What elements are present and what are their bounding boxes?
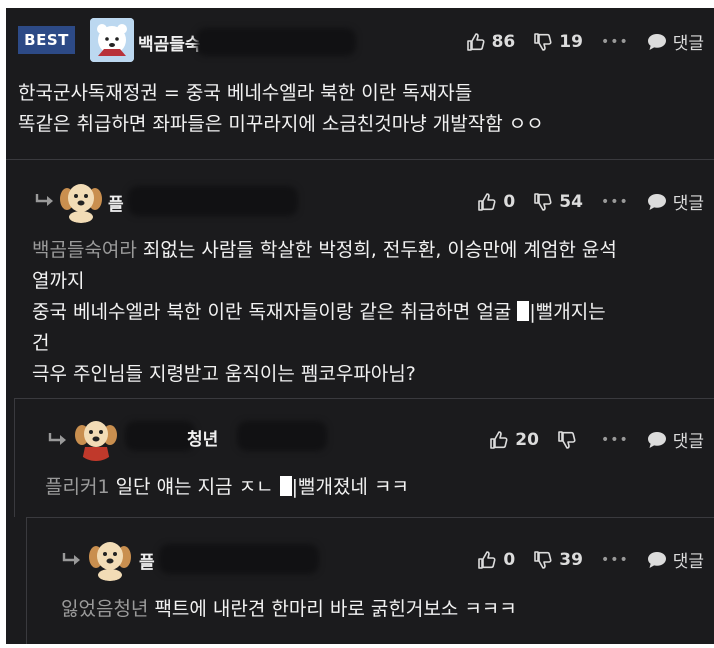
comment-text: 팩트에 내란견 한마리 바로 굵힌거보소 ㅋㅋㅋ — [148, 598, 517, 620]
comment-line: 똑같은 취급하면 좌파들은 미꾸라지에 소금친것마냥 개발작함 ㅇㅇ — [18, 113, 544, 135]
like-button[interactable]: 0 — [477, 192, 515, 212]
reply-comment: 청년 20 ••• 댓글 플리커1 일단 얘는 지금 ㅈㄴ |뻘개졌네 ㅋㅋ — [14, 398, 714, 517]
puppy-icon — [60, 184, 102, 223]
comment-actions: 86 19 ••• 댓글 — [448, 29, 704, 54]
dislike-button[interactable]: 39 — [533, 550, 583, 570]
speech-bubble-icon — [647, 431, 666, 448]
dislike-count: 19 — [559, 31, 583, 52]
comment-line: 한국군사독재정권 = 중국 베네수엘라 북한 이란 독재자들 — [18, 82, 473, 104]
like-count: 86 — [491, 31, 516, 52]
thumbs-down-icon — [534, 192, 552, 211]
dislike-count: 39 — [559, 549, 583, 570]
more-icon[interactable]: ••• — [601, 432, 629, 448]
puppy-icon — [75, 421, 117, 461]
reply-button[interactable]: 댓글 — [647, 547, 704, 572]
comment-actions: 0 39 ••• 댓글 — [459, 547, 704, 572]
speech-bubble-icon — [647, 551, 666, 568]
nickname[interactable]: 플 — [139, 548, 155, 573]
mention[interactable]: 플리커1 — [45, 476, 110, 498]
reply-label: 댓글 — [672, 194, 704, 214]
like-count: 0 — [503, 191, 516, 212]
redacted-nickname — [125, 421, 195, 451]
comment-actions: 0 54 ••• 댓글 — [459, 189, 704, 214]
reply-button[interactable]: 댓글 — [647, 189, 704, 214]
dislike-button[interactable]: 19 — [533, 32, 583, 52]
comment-thread: BEST 백곰들숙 86 19 ••• 댓글 한국군사독재정권 = 중국 베네수… — [6, 8, 714, 644]
comment-line: 열까지 — [32, 270, 85, 292]
mention[interactable]: 백곰들숙여라 — [32, 239, 137, 261]
mention[interactable]: 잃었음청년 — [61, 598, 148, 620]
like-button[interactable]: 20 — [489, 430, 539, 450]
more-icon[interactable]: ••• — [601, 34, 629, 50]
nickname[interactable]: 플 — [108, 190, 124, 215]
reply-comment: 플 0 54 ••• 댓글 백곰들숙여라 죄없는 사람들 학살한 박정희, 전두… — [6, 159, 714, 398]
like-button[interactable]: 0 — [477, 550, 515, 570]
redacted-nickname — [159, 544, 319, 574]
like-count: 0 — [503, 549, 516, 570]
nickname[interactable]: 청년 — [187, 425, 218, 450]
comment-line: 극우 주인님들 지령받고 움직이는 펨코우파아님? — [32, 363, 416, 385]
dislike-button[interactable]: 54 — [533, 192, 583, 212]
like-count: 20 — [515, 429, 539, 450]
puppy-icon — [89, 542, 131, 581]
reply-button[interactable]: 댓글 — [647, 427, 704, 452]
reply-arrow-icon — [48, 433, 66, 445]
reply-comment: 플 0 39 ••• 댓글 잃었음청년 팩트에 내란견 한마리 바로 굵힌거보소… — [26, 517, 714, 644]
dislike-button[interactable] — [557, 430, 583, 450]
more-icon[interactable]: ••• — [601, 552, 629, 568]
best-badge: BEST — [18, 26, 75, 54]
comment-line: 건 — [32, 332, 50, 354]
comment-line: 죄없는 사람들 학살한 박정희, 전두환, 이승만에 계엄한 윤석 — [136, 239, 617, 261]
reply-arrow-icon — [35, 194, 53, 206]
avatar[interactable] — [58, 177, 104, 223]
comment-actions: 20 ••• 댓글 — [471, 427, 704, 452]
reply-label: 댓글 — [672, 552, 704, 572]
thumbs-up-icon — [478, 550, 496, 569]
avatar[interactable] — [87, 535, 133, 581]
comment-body: 한국군사독재정권 = 중국 베네수엘라 북한 이란 독재자들 똑같은 취급하면 … — [18, 78, 544, 140]
comment-body: 플리커1 일단 얘는 지금 ㅈㄴ |뻘개졌네 ㅋㅋ — [45, 472, 409, 503]
comment-line: |뻘개지는 — [529, 301, 606, 323]
speech-bubble-icon — [647, 33, 666, 50]
redacted-nickname — [237, 421, 327, 451]
reply-label: 댓글 — [672, 34, 704, 54]
comment-text: |뻘개졌네 ㅋㅋ — [291, 476, 409, 498]
redacted-nickname — [128, 186, 298, 216]
thumbs-up-icon — [478, 192, 496, 211]
thumbs-up-icon — [490, 430, 508, 449]
speech-bubble-icon — [647, 193, 666, 210]
dislike-count: 54 — [559, 191, 583, 212]
redacted-nickname — [196, 28, 356, 56]
nickname[interactable]: 백곰들숙 — [138, 30, 201, 55]
censor-block — [517, 301, 530, 321]
thumbs-down-icon — [534, 550, 552, 569]
like-button[interactable]: 86 — [466, 31, 516, 52]
reply-label: 댓글 — [672, 432, 704, 452]
reply-button[interactable]: 댓글 — [647, 29, 704, 54]
thumbs-down-icon — [558, 430, 576, 449]
thumbs-up-icon — [466, 32, 485, 51]
reply-arrow-icon — [62, 553, 80, 565]
comment-body: 잃었음청년 팩트에 내란견 한마리 바로 굵힌거보소 ㅋㅋㅋ — [61, 594, 517, 625]
comment-line: 중국 베네수엘라 북한 이란 독재자들이랑 같은 취급하면 얼굴 — [32, 301, 518, 323]
avatar[interactable] — [73, 415, 119, 461]
more-icon[interactable]: ••• — [601, 194, 629, 210]
comment-body: 백곰들숙여라 죄없는 사람들 학살한 박정희, 전두환, 이승만에 계엄한 윤석… — [32, 235, 617, 390]
censor-block — [279, 476, 292, 496]
comment-text: 일단 얘는 지금 ㅈㄴ — [109, 476, 280, 498]
avatar[interactable] — [90, 18, 134, 62]
thumbs-down-icon — [534, 32, 552, 51]
best-comment: BEST 백곰들숙 86 19 ••• 댓글 한국군사독재정권 = 중국 베네수… — [6, 8, 714, 159]
